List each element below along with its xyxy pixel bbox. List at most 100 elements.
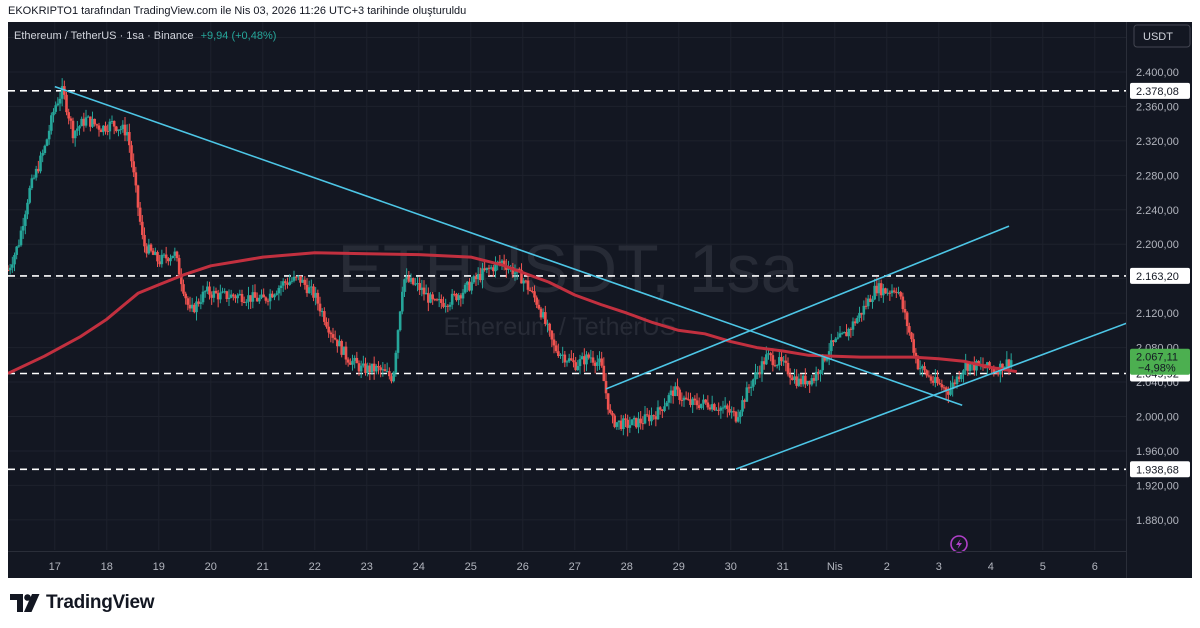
price-chart[interactable]: ETHUSDT, 1sa Ethereum / TetherUS Ethereu… [8,22,1192,578]
candle-body [24,214,27,226]
candle-body [182,284,185,294]
candle-body [50,115,53,131]
price-tick-label: 2.280,00 [1136,170,1179,182]
candle-body [704,399,707,403]
chart-area[interactable]: ETHUSDT, 1sa Ethereum / TetherUS Ethereu… [8,22,1192,578]
candle-body [30,178,34,189]
symbol-legend[interactable]: Ethereum / TetherUS · 1sa · Binance [14,30,194,42]
candle-body [554,345,558,352]
candle-body [615,422,619,427]
candle-body [834,338,837,343]
candle-body [396,330,400,353]
candle-body [550,330,554,340]
candle-body [262,294,265,298]
candle-body [169,257,172,262]
candle-body [431,294,434,300]
lightning-alert-icon[interactable] [950,535,968,553]
candle-body [600,358,603,366]
candle-body [97,125,101,130]
price-tick-label: 2.000,00 [1136,411,1179,423]
candle-body [41,153,44,156]
currency-button[interactable]: USDT [1133,24,1191,48]
candle-body [394,352,398,373]
candle-body [684,397,688,400]
candle-body [184,293,187,299]
candle-body [277,287,281,294]
time-axis[interactable]: 17 18 19 20 21 22 23 24 25 26 27 28 29 30 31 Nis 2 3 4 5 6 [8,551,1126,574]
candle-body [8,270,10,272]
candle-body [294,276,298,278]
time-tick-label: 19 [153,561,165,573]
price-tick-label: 2.320,00 [1136,136,1179,148]
candle-body [52,111,55,116]
candle-body [175,251,179,259]
candle-body [739,411,742,418]
candle-body [333,337,337,340]
candle-body [552,339,556,346]
time-tick-label: 20 [205,561,217,573]
candle-body [171,255,174,258]
level-label: 2.163,20 [1136,271,1179,283]
candle-body [344,346,348,360]
candle-body [548,323,551,331]
candle-body [871,299,874,302]
price-axis[interactable]: 2.440,002.400,002.360,002.320,002.280,00… [1126,22,1192,578]
candle-body [325,321,328,327]
candle-body [576,366,580,371]
candle-body [258,297,261,302]
candle-body [765,354,768,365]
candle-body [177,258,181,275]
candle-body [17,245,21,247]
candle-body [138,207,142,222]
price-tick-label: 2.240,00 [1136,205,1179,217]
time-tick-label: 24 [413,561,425,573]
candle-body [643,414,647,424]
candle-body [279,285,283,288]
candle-body [201,291,205,303]
candle-body [940,384,944,388]
candle-body [245,301,248,303]
time-tick-label: 22 [309,561,321,573]
candle-body [784,360,788,363]
candle-body [908,326,911,333]
candle-body [652,415,655,417]
time-tick-label: 30 [725,561,737,573]
candle-body [219,292,222,300]
candle-body [383,369,387,372]
candle-body [273,294,276,298]
trendline-descending [54,85,963,407]
candle-body [754,372,757,380]
candle-body [918,368,922,370]
candle-body [132,161,135,173]
time-tick-label: 5 [1040,561,1046,573]
candle-body [535,297,538,305]
candle-body [450,293,454,305]
candle-body [780,357,783,362]
last-price-label: 2.067,11−4,98% [1130,348,1190,375]
candle-body [537,304,541,309]
candle-body [602,365,606,382]
candle-body [693,398,697,401]
candle-body [307,287,311,294]
candle-body [323,311,326,322]
candle-body [606,393,610,410]
candle-body [355,357,359,364]
price-tick-label: 2.360,00 [1136,101,1179,113]
candle-body [232,294,235,297]
candle-body [253,292,257,298]
candle-body [264,297,268,301]
candle-body [604,381,608,394]
time-tick-label: 28 [621,561,633,573]
candle-body [903,309,907,313]
candle-body [56,103,60,106]
candle-body [901,296,905,310]
candle-body [752,379,755,387]
candle-body [736,417,740,422]
candle-body [236,295,239,299]
candle-body [104,125,107,132]
candle-body [836,337,840,339]
time-tick-label: 3 [936,561,942,573]
candle-body [43,145,47,154]
candle-body [526,280,530,290]
tradingview-logo[interactable]: TradingView [10,592,155,614]
